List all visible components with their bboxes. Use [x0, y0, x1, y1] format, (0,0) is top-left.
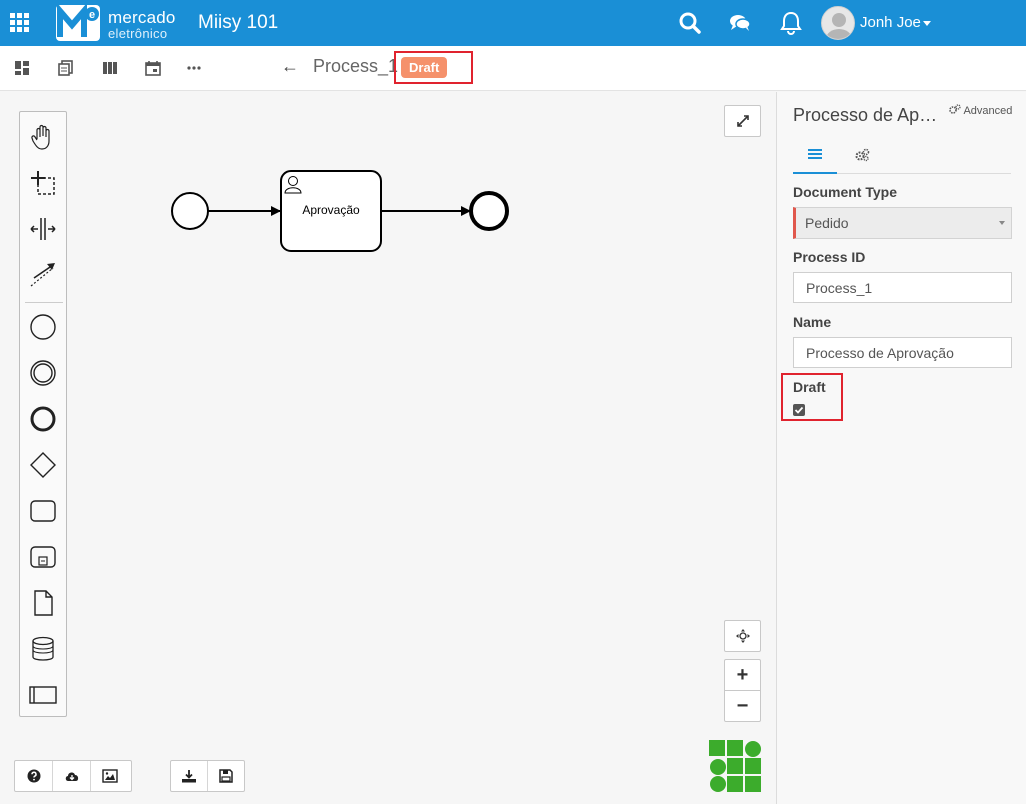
pool-icon[interactable]: [28, 680, 58, 710]
chevron-down-icon: [999, 221, 1005, 225]
task-label: Aprovação: [302, 203, 360, 217]
cloud-download-icon: [65, 772, 78, 781]
save-button[interactable]: [208, 761, 244, 791]
tab-general[interactable]: [793, 136, 837, 174]
gears-icon: [855, 148, 870, 162]
bpmn-diagram: [171, 170, 509, 252]
data-store-icon[interactable]: [28, 634, 58, 664]
chevron-down-icon[interactable]: [923, 21, 931, 26]
properties-panel: Processo de Apr… Advanced Document Type …: [776, 92, 1026, 804]
question-icon: [27, 769, 40, 783]
process-id-field[interactable]: [793, 272, 1012, 303]
document-type-select[interactable]: Pedido: [793, 207, 1012, 239]
intermediate-event-icon[interactable]: [28, 358, 58, 388]
subprocess-icon[interactable]: [28, 542, 58, 572]
connect-tool-icon[interactable]: [28, 260, 58, 290]
user-name[interactable]: Jonh Joe: [860, 14, 921, 31]
download-save-group: [170, 760, 245, 792]
advanced-label: Advanced: [963, 105, 1013, 117]
zoom-in-button[interactable]: +: [725, 660, 760, 690]
reset-view-button[interactable]: [724, 620, 761, 652]
download-button[interactable]: [171, 761, 208, 791]
export-image-button[interactable]: [91, 761, 129, 791]
bpmn-palette: [19, 111, 67, 717]
panel-tabs: [793, 136, 1011, 174]
bpmn-io-logo[interactable]: [709, 740, 761, 792]
highlight-box-draft: [781, 373, 843, 421]
document-type-value: Pedido: [805, 215, 849, 231]
end-event[interactable]: [469, 191, 509, 231]
document-type-label: Document Type: [793, 184, 897, 200]
name-label: Name: [793, 314, 832, 330]
task-icon[interactable]: [28, 496, 58, 526]
end-event-icon[interactable]: [28, 404, 58, 434]
avatar[interactable]: [821, 6, 855, 40]
download-icon: [181, 770, 196, 783]
gears-icon: [949, 104, 961, 114]
help-export-group: [14, 760, 132, 792]
cloud-download-button[interactable]: [53, 761, 91, 791]
image-icon: [102, 769, 118, 783]
advanced-link[interactable]: Advanced: [949, 104, 1012, 117]
gateway-icon[interactable]: [28, 450, 58, 480]
fullscreen-button[interactable]: [724, 105, 761, 137]
space-tool-icon[interactable]: [28, 214, 58, 244]
move-icon: [735, 629, 750, 643]
data-object-icon[interactable]: [28, 588, 58, 618]
start-event-icon[interactable]: [28, 312, 58, 342]
bell-icon[interactable]: [778, 10, 804, 36]
hand-tool-icon[interactable]: [28, 122, 58, 152]
start-event[interactable]: [171, 192, 209, 230]
expand-icon: [736, 115, 749, 127]
panel-title: Processo de Apr…: [793, 105, 943, 125]
tab-settings[interactable]: [840, 136, 884, 174]
name-field[interactable]: [793, 337, 1012, 368]
process-id-label: Process ID: [793, 249, 866, 265]
lasso-tool-icon[interactable]: [28, 168, 58, 198]
help-button[interactable]: [15, 761, 53, 791]
zoom-controls: + −: [724, 659, 761, 722]
floppy-icon: [219, 769, 233, 783]
zoom-out-button[interactable]: −: [725, 691, 760, 721]
list-icon: [808, 149, 822, 159]
